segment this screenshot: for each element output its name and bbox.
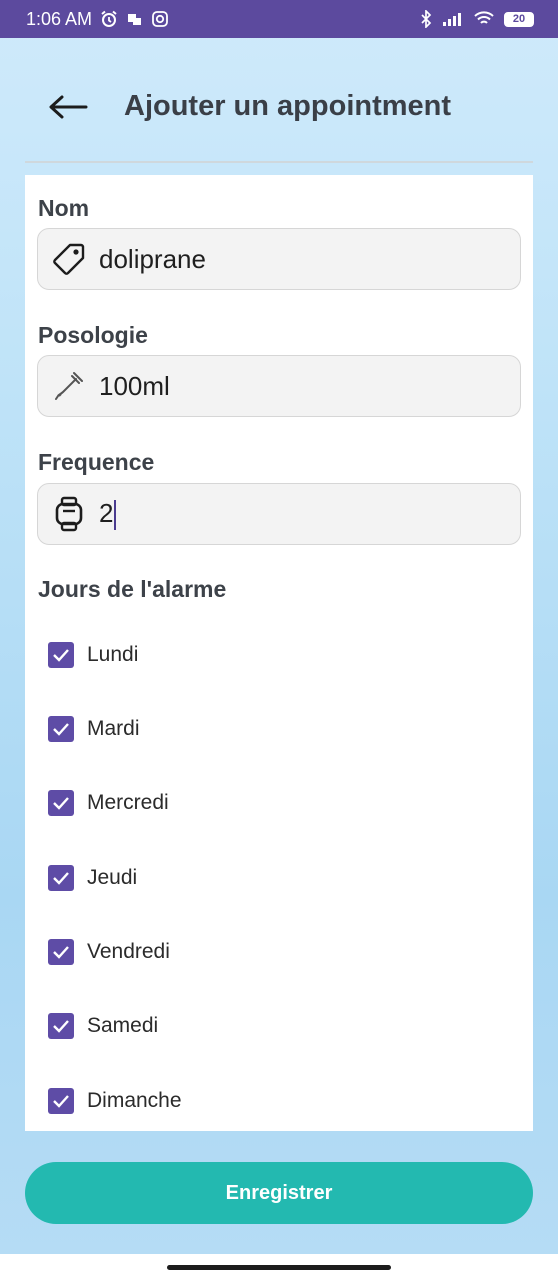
signal-icon <box>443 13 461 26</box>
page-title: Ajouter un appointment <box>124 90 452 122</box>
checkbox-checked-icon[interactable] <box>48 790 74 816</box>
wifi-icon <box>474 11 494 24</box>
day-label: Lundi <box>87 643 139 666</box>
day-label: Mercredi <box>87 791 169 814</box>
header-divider <box>25 161 533 163</box>
navigation-bar <box>0 1254 558 1280</box>
form-card: Nom doliprane Posologie 100ml Frequence <box>25 175 533 1131</box>
nom-label: Nom <box>38 195 90 221</box>
text-cursor <box>114 500 117 531</box>
dropper-icon <box>51 368 87 404</box>
posologie-label: Posologie <box>38 322 148 348</box>
day-label: Dimanche <box>87 1089 182 1112</box>
day-mercredi[interactable]: Mercredi <box>48 788 169 818</box>
tag-icon <box>51 241 87 277</box>
frequence-field[interactable]: 2 <box>37 483 521 545</box>
checkbox-checked-icon[interactable] <box>48 865 74 891</box>
notification-icon <box>128 14 142 25</box>
day-label: Mardi <box>87 717 140 740</box>
battery-icon: 20 <box>504 11 534 27</box>
home-indicator[interactable] <box>167 1265 391 1270</box>
checkbox-checked-icon[interactable] <box>48 642 74 668</box>
nom-field[interactable]: doliprane <box>37 228 521 290</box>
day-label: Jeudi <box>87 866 138 889</box>
day-samedi[interactable]: Samedi <box>48 1011 158 1041</box>
checkbox-checked-icon[interactable] <box>48 1088 74 1114</box>
day-lundi[interactable]: Lundi <box>48 640 138 670</box>
app-header: Ajouter un appointment <box>0 38 558 162</box>
save-button[interactable]: Enregistrer <box>25 1162 533 1224</box>
checkbox-checked-icon[interactable] <box>48 939 74 965</box>
posologie-value: 100ml <box>99 370 170 401</box>
bluetooth-icon <box>421 10 432 28</box>
status-bar: 1:06 AM 20 <box>0 0 558 38</box>
nom-value: doliprane <box>99 243 206 274</box>
frequence-value: 2 <box>99 498 117 531</box>
day-jeudi[interactable]: Jeudi <box>48 863 137 893</box>
posologie-field[interactable]: 100ml <box>37 355 521 417</box>
day-dimanche[interactable]: Dimanche <box>48 1086 182 1116</box>
day-mardi[interactable]: Mardi <box>48 714 140 744</box>
day-label: Samedi <box>87 1014 159 1037</box>
days-label: Jours de l'alarme <box>38 576 227 602</box>
day-vendredi[interactable]: Vendredi <box>48 937 170 967</box>
status-time: 1:06 AM <box>26 8 93 29</box>
instagram-icon <box>152 11 168 27</box>
alarm-icon <box>101 10 117 27</box>
watch-icon <box>51 496 87 532</box>
day-label: Vendredi <box>87 940 170 963</box>
arrow-left-icon[interactable] <box>48 93 88 121</box>
frequence-label: Frequence <box>38 449 155 475</box>
checkbox-checked-icon[interactable] <box>48 1013 74 1039</box>
checkbox-checked-icon[interactable] <box>48 716 74 742</box>
